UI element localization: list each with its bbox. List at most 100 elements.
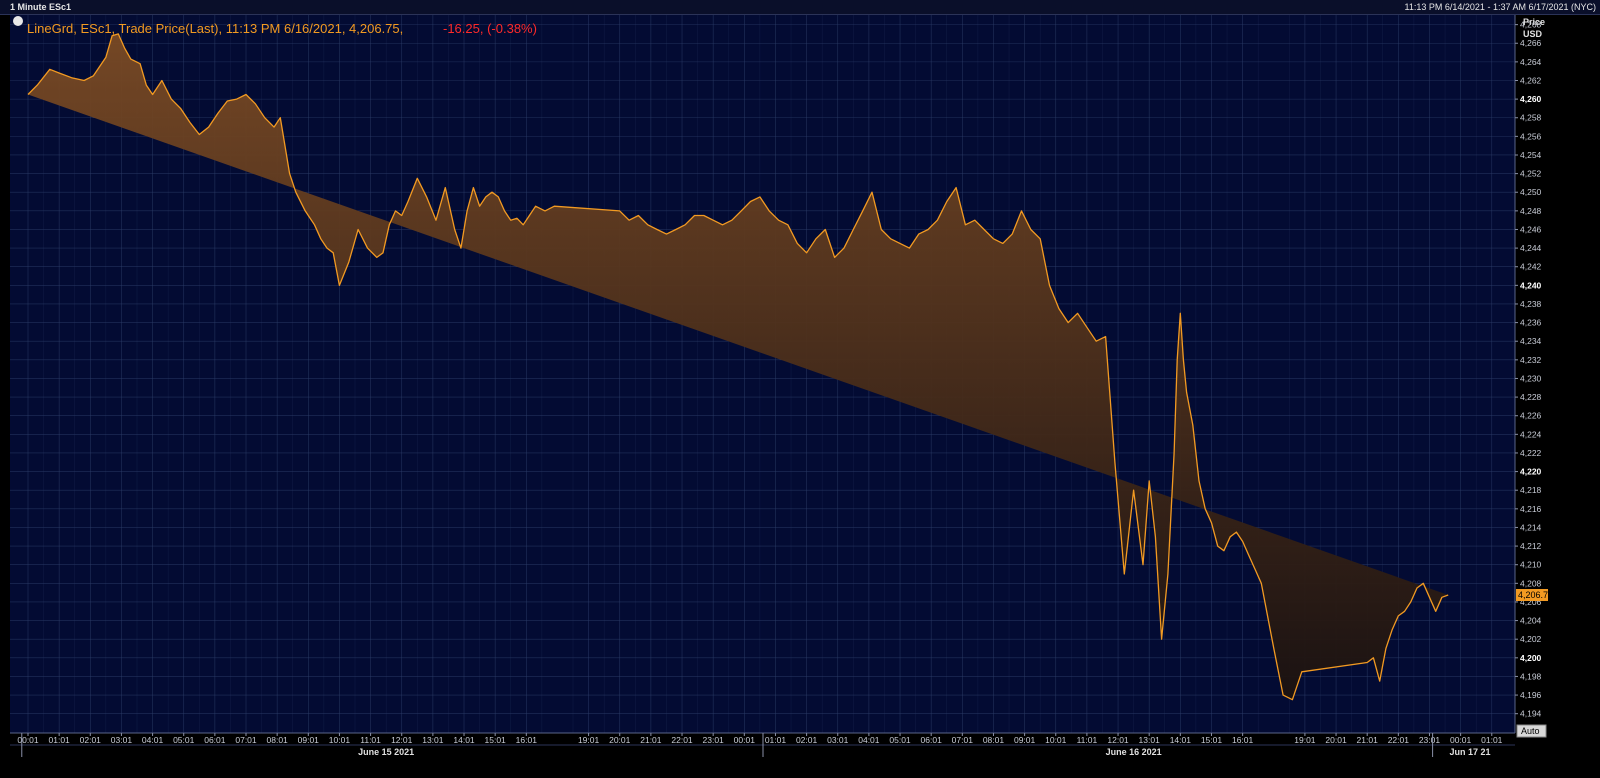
- x-tick-label: 00:01: [17, 735, 39, 745]
- x-tick-label: 12:01: [1107, 735, 1129, 745]
- y-tick-label: 4,224: [1520, 429, 1542, 439]
- x-tick-label: 21:01: [640, 735, 662, 745]
- x-tick-label: 16:01: [1232, 735, 1254, 745]
- y-tick-label: 4,218: [1520, 485, 1542, 495]
- last-price-label: 4,206.75: [1518, 590, 1548, 600]
- x-tick-label: 04:01: [858, 735, 880, 745]
- x-tick-label: 14:01: [453, 735, 475, 745]
- x-tick-label: 20:01: [1325, 735, 1347, 745]
- x-tick-label: 20:01: [609, 735, 631, 745]
- y-tick-label: 4,226: [1520, 411, 1542, 421]
- x-tick-label: 00:01: [734, 735, 756, 745]
- y-tick-label: 4,232: [1520, 355, 1542, 365]
- x-tick-label: 12:01: [391, 735, 413, 745]
- x-tick-label: 03:01: [827, 735, 849, 745]
- chart-area[interactable]: LineGrd, ESc1, Trade Price(Last), 11:13 …: [10, 15, 1553, 757]
- legend-series-label: LineGrd, ESc1, Trade Price(Last), 11:13 …: [27, 21, 403, 36]
- legend-change-label: -16.25, (-0.38%): [443, 21, 537, 36]
- y-tick-label: 4,214: [1520, 522, 1542, 532]
- x-tick-label: 05:01: [173, 735, 195, 745]
- y-tick-label: 4,216: [1520, 504, 1542, 514]
- x-tick-label: 10:01: [329, 735, 351, 745]
- y-tick-label: 4,210: [1520, 560, 1542, 570]
- y-tick-label: 4,242: [1520, 262, 1542, 272]
- x-tick-label: 23:01: [1419, 735, 1441, 745]
- x-tick-label: 10:01: [1045, 735, 1067, 745]
- auto-scale-label: Auto: [1521, 726, 1540, 736]
- y-tick-label: 4,266: [1520, 38, 1542, 48]
- date-label: June 15 2021: [358, 747, 414, 757]
- y-tick-label: 4,244: [1520, 243, 1542, 253]
- x-tick-label: 11:01: [1077, 735, 1098, 745]
- y-tick-label: 4,256: [1520, 131, 1542, 141]
- x-axis: 00:01 01:01 02:01 03:01 04:01 05:01 06:01 07:01…: [10, 732, 1548, 757]
- x-tick-label: 06:01: [204, 735, 226, 745]
- price-area-fill: [28, 33, 1449, 700]
- x-tick-label: 21:01: [1357, 735, 1379, 745]
- date-range: 11:13 PM 6/14/2021 - 1:37 AM 6/17/2021 (…: [1404, 2, 1596, 12]
- y-tick-label: 4,264: [1520, 57, 1542, 67]
- y-tick-label: 4,230: [1520, 373, 1542, 383]
- x-tick-label: 13:01: [1139, 735, 1161, 745]
- y-tick-label: 4,222: [1520, 448, 1542, 458]
- x-tick-label: 16:01: [516, 735, 538, 745]
- x-tick-label: 09:01: [298, 735, 320, 745]
- y-tick-label: 4,252: [1520, 169, 1542, 179]
- date-label: June 16 2021: [1106, 747, 1162, 757]
- y-tick-label: 4,198: [1520, 671, 1542, 681]
- x-tick-label: 23:01: [703, 735, 725, 745]
- x-tick-label: 22:01: [671, 735, 693, 745]
- x-tick-label: 02:01: [80, 735, 102, 745]
- y-tick-label: 4,240: [1520, 280, 1542, 290]
- x-tick-label: 19:01: [578, 735, 600, 745]
- y-tick-label: 4,196: [1520, 690, 1542, 700]
- y-tick-label: 4,194: [1520, 709, 1542, 719]
- x-tick-label: 22:01: [1388, 735, 1410, 745]
- y-tick-label: 4,248: [1520, 206, 1542, 216]
- x-tick-label: 01:01: [49, 735, 71, 745]
- x-tick-label: 15:01: [1201, 735, 1223, 745]
- x-tick-label: 07:01: [952, 735, 974, 745]
- y-tick-label: 4,262: [1520, 75, 1542, 85]
- y-tick-label: 4,236: [1520, 318, 1542, 328]
- y-tick-label: 4,250: [1520, 187, 1542, 197]
- x-tick-label: 08:01: [267, 735, 289, 745]
- legend: LineGrd, ESc1, Trade Price(Last), 11:13 …: [13, 16, 537, 36]
- x-tick-label: 01:01: [765, 735, 787, 745]
- auto-scale-button[interactable]: Auto: [1516, 724, 1547, 738]
- x-tick-label: 06:01: [921, 735, 943, 745]
- y-tick-label: 4,228: [1520, 392, 1542, 402]
- y-tick-label: 4,200: [1520, 653, 1542, 663]
- y-tick-label: 4,202: [1520, 634, 1542, 644]
- x-tick-label: 09:01: [1014, 735, 1036, 745]
- x-tick-label: 01:01: [1481, 735, 1503, 745]
- y-tick-label: 4,268: [1520, 20, 1542, 30]
- window-title-bar: 1 Minute ESc1 11:13 PM 6/14/2021 - 1:37 …: [0, 0, 1600, 15]
- x-tick-label: 15:01: [485, 735, 507, 745]
- x-tick-label: 02:01: [796, 735, 818, 745]
- y-tick-label: 4,220: [1520, 467, 1542, 477]
- x-tick-label: 08:01: [983, 735, 1005, 745]
- date-label: Jun 17 21: [1449, 747, 1490, 757]
- y-tick-label: 4,234: [1520, 336, 1542, 346]
- x-tick-label: 03:01: [111, 735, 133, 745]
- x-tick-label: 19:01: [1294, 735, 1316, 745]
- y-tick-label: 4,208: [1520, 578, 1542, 588]
- x-tick-label: 14:01: [1170, 735, 1192, 745]
- y-tick-label: 4,212: [1520, 541, 1542, 551]
- y-tick-label: 4,204: [1520, 616, 1542, 626]
- chart-title: 1 Minute ESc1: [10, 2, 72, 12]
- x-tick-label: 05:01: [889, 735, 911, 745]
- y-tick-label: 4,254: [1520, 150, 1542, 160]
- y-axis-background: [1515, 15, 1548, 757]
- last-price-marker: 4,206.75: [1516, 589, 1553, 601]
- y-tick-label: 4,260: [1520, 94, 1542, 104]
- x-tick-label: 07:01: [235, 735, 257, 745]
- globe-icon[interactable]: [13, 16, 23, 26]
- price-chart[interactable]: LineGrd, ESc1, Trade Price(Last), 11:13 …: [10, 15, 1553, 757]
- y-tick-label: 4,246: [1520, 224, 1542, 234]
- x-tick-label: 11:01: [360, 735, 381, 745]
- y-tick-label: 4,238: [1520, 299, 1542, 309]
- x-tick-label: 13:01: [422, 735, 444, 745]
- x-tick-label: 00:01: [1450, 735, 1472, 745]
